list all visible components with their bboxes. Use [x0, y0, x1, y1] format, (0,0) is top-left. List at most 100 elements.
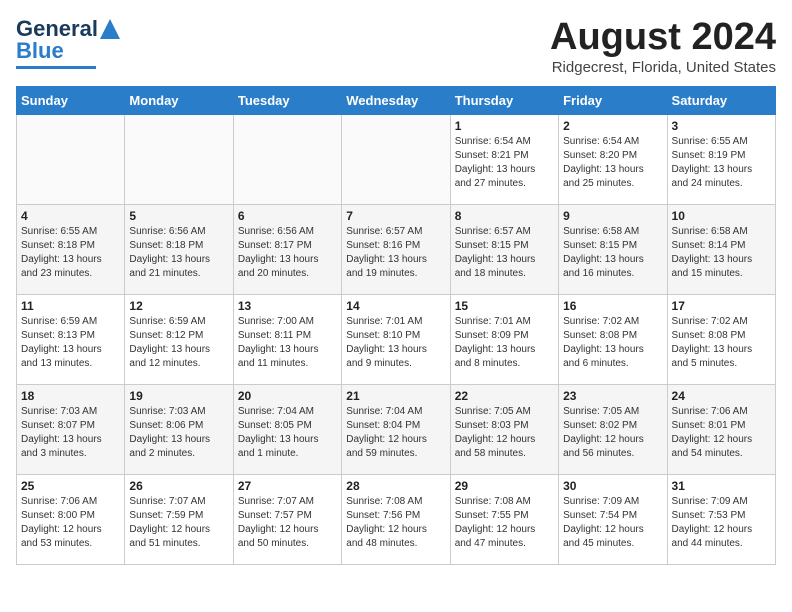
- day-info: Sunrise: 7:07 AM Sunset: 7:59 PM Dayligh…: [129, 495, 228, 551]
- day-number: 21: [346, 389, 445, 403]
- day-info: Sunrise: 7:09 AM Sunset: 7:54 PM Dayligh…: [563, 495, 662, 551]
- calendar-cell: 25Sunrise: 7:06 AM Sunset: 8:00 PM Dayli…: [17, 475, 125, 565]
- week-row-3: 11 Sunrise: 6:59 AM Sunset: 8:13 PM Dayli…: [17, 295, 776, 385]
- calendar-cell: 8 Sunrise: 6:57 AM Sunset: 8:15 PM Daylig…: [450, 205, 558, 295]
- day-number: 12: [129, 299, 228, 313]
- week-row-2: 4 Sunrise: 6:55 AM Sunset: 8:18 PM Daylig…: [17, 205, 776, 295]
- calendar-cell: 10Sunrise: 6:58 AM Sunset: 8:14 PM Dayli…: [667, 205, 775, 295]
- day-number: 27: [238, 479, 337, 493]
- calendar-cell: 11 Sunrise: 6:59 AM Sunset: 8:13 PM Dayli…: [17, 295, 125, 385]
- week-row-5: 25Sunrise: 7:06 AM Sunset: 8:00 PM Dayli…: [17, 475, 776, 565]
- day-info: Sunrise: 6:54 AM Sunset: 8:20 PM Dayligh…: [563, 135, 662, 191]
- weekday-row: SundayMondayTuesdayWednesdayThursdayFrid…: [17, 87, 776, 115]
- day-info: Sunrise: 7:03 AM Sunset: 8:07 PM Dayligh…: [21, 405, 120, 461]
- day-number: 11: [21, 299, 120, 313]
- weekday-header-saturday: Saturday: [667, 87, 775, 115]
- calendar-cell: 6Sunrise: 6:56 AM Sunset: 8:17 PM Daylig…: [233, 205, 341, 295]
- logo-arrow-icon: [100, 19, 120, 39]
- day-info: Sunrise: 6:59 AM Sunset: 8:13 PM Dayligh…: [21, 315, 120, 371]
- weekday-header-monday: Monday: [125, 87, 233, 115]
- day-number: 13: [238, 299, 337, 313]
- day-info: Sunrise: 7:08 AM Sunset: 7:55 PM Dayligh…: [455, 495, 554, 551]
- day-number: 4: [21, 209, 120, 223]
- day-number: 6: [238, 209, 337, 223]
- calendar-cell: 9Sunrise: 6:58 AM Sunset: 8:15 PM Daylig…: [559, 205, 667, 295]
- calendar-cell: 27Sunrise: 7:07 AM Sunset: 7:57 PM Dayli…: [233, 475, 341, 565]
- day-info: Sunrise: 6:57 AM Sunset: 8:16 PM Dayligh…: [346, 225, 445, 281]
- header: General Blue August 2024 Ridgecrest, Flo…: [16, 16, 776, 76]
- calendar-cell: 4 Sunrise: 6:55 AM Sunset: 8:18 PM Daylig…: [17, 205, 125, 295]
- calendar-cell: [17, 115, 125, 205]
- day-number: 7: [346, 209, 445, 223]
- calendar-cell: 29 Sunrise: 7:08 AM Sunset: 7:55 PM Dayli…: [450, 475, 558, 565]
- day-number: 17: [672, 299, 771, 313]
- day-number: 8: [455, 209, 554, 223]
- day-info: Sunrise: 7:01 AM Sunset: 8:10 PM Dayligh…: [346, 315, 445, 371]
- day-info: Sunrise: 7:06 AM Sunset: 8:01 PM Dayligh…: [672, 405, 771, 461]
- weekday-header-sunday: Sunday: [17, 87, 125, 115]
- day-info: Sunrise: 6:55 AM Sunset: 8:18 PM Dayligh…: [21, 225, 120, 281]
- calendar-cell: 1Sunrise: 6:54 AM Sunset: 8:21 PM Daylig…: [450, 115, 558, 205]
- calendar-body: 1Sunrise: 6:54 AM Sunset: 8:21 PM Daylig…: [17, 115, 776, 565]
- calendar-table: SundayMondayTuesdayWednesdayThursdayFrid…: [16, 86, 776, 565]
- day-number: 16: [563, 299, 662, 313]
- day-number: 5: [129, 209, 228, 223]
- day-info: Sunrise: 7:03 AM Sunset: 8:06 PM Dayligh…: [129, 405, 228, 461]
- week-row-4: 18Sunrise: 7:03 AM Sunset: 8:07 PM Dayli…: [17, 385, 776, 475]
- day-info: Sunrise: 6:57 AM Sunset: 8:15 PM Dayligh…: [455, 225, 554, 281]
- calendar-cell: 13 Sunrise: 7:00 AM Sunset: 8:11 PM Dayli…: [233, 295, 341, 385]
- weekday-header-thursday: Thursday: [450, 87, 558, 115]
- week-row-1: 1Sunrise: 6:54 AM Sunset: 8:21 PM Daylig…: [17, 115, 776, 205]
- calendar-title: August 2024: [550, 16, 776, 59]
- day-info: Sunrise: 7:09 AM Sunset: 7:53 PM Dayligh…: [672, 495, 771, 551]
- day-info: Sunrise: 7:02 AM Sunset: 8:08 PM Dayligh…: [672, 315, 771, 371]
- calendar-cell: 17 Sunrise: 7:02 AM Sunset: 8:08 PM Dayli…: [667, 295, 775, 385]
- day-info: Sunrise: 6:58 AM Sunset: 8:15 PM Dayligh…: [563, 225, 662, 281]
- day-number: 2: [563, 119, 662, 133]
- day-number: 26: [129, 479, 228, 493]
- weekday-header-friday: Friday: [559, 87, 667, 115]
- day-number: 25: [21, 479, 120, 493]
- logo: General Blue: [16, 16, 120, 69]
- calendar-cell: 31Sunrise: 7:09 AM Sunset: 7:53 PM Dayli…: [667, 475, 775, 565]
- calendar-cell: 24 Sunrise: 7:06 AM Sunset: 8:01 PM Dayli…: [667, 385, 775, 475]
- calendar-cell: 16Sunrise: 7:02 AM Sunset: 8:08 PM Dayli…: [559, 295, 667, 385]
- day-number: 10: [672, 209, 771, 223]
- weekday-header-wednesday: Wednesday: [342, 87, 450, 115]
- calendar-cell: 20Sunrise: 7:04 AM Sunset: 8:05 PM Dayli…: [233, 385, 341, 475]
- day-number: 19: [129, 389, 228, 403]
- calendar-cell: 28 Sunrise: 7:08 AM Sunset: 7:56 PM Dayli…: [342, 475, 450, 565]
- calendar-cell: 2 Sunrise: 6:54 AM Sunset: 8:20 PM Daylig…: [559, 115, 667, 205]
- logo-blue: Blue: [16, 38, 64, 64]
- day-info: Sunrise: 6:54 AM Sunset: 8:21 PM Dayligh…: [455, 135, 554, 191]
- calendar-subtitle: Ridgecrest, Florida, United States: [550, 59, 776, 76]
- day-info: Sunrise: 6:56 AM Sunset: 8:18 PM Dayligh…: [129, 225, 228, 281]
- calendar-cell: 7 Sunrise: 6:57 AM Sunset: 8:16 PM Daylig…: [342, 205, 450, 295]
- calendar-cell: 26 Sunrise: 7:07 AM Sunset: 7:59 PM Dayli…: [125, 475, 233, 565]
- day-number: 23: [563, 389, 662, 403]
- calendar-cell: 15 Sunrise: 7:01 AM Sunset: 8:09 PM Dayli…: [450, 295, 558, 385]
- day-number: 30: [563, 479, 662, 493]
- day-number: 29: [455, 479, 554, 493]
- day-info: Sunrise: 7:04 AM Sunset: 8:05 PM Dayligh…: [238, 405, 337, 461]
- day-info: Sunrise: 6:59 AM Sunset: 8:12 PM Dayligh…: [129, 315, 228, 371]
- day-info: Sunrise: 7:01 AM Sunset: 8:09 PM Dayligh…: [455, 315, 554, 371]
- day-number: 28: [346, 479, 445, 493]
- calendar-cell: 18Sunrise: 7:03 AM Sunset: 8:07 PM Dayli…: [17, 385, 125, 475]
- calendar-cell: 21Sunrise: 7:04 AM Sunset: 8:04 PM Dayli…: [342, 385, 450, 475]
- day-number: 22: [455, 389, 554, 403]
- calendar-cell: [233, 115, 341, 205]
- calendar-cell: [342, 115, 450, 205]
- day-info: Sunrise: 7:00 AM Sunset: 8:11 PM Dayligh…: [238, 315, 337, 371]
- day-info: Sunrise: 7:08 AM Sunset: 7:56 PM Dayligh…: [346, 495, 445, 551]
- calendar-header: SundayMondayTuesdayWednesdayThursdayFrid…: [17, 87, 776, 115]
- calendar-cell: 3Sunrise: 6:55 AM Sunset: 8:19 PM Daylig…: [667, 115, 775, 205]
- day-number: 15: [455, 299, 554, 313]
- calendar-cell: 23Sunrise: 7:05 AM Sunset: 8:02 PM Dayli…: [559, 385, 667, 475]
- day-number: 3: [672, 119, 771, 133]
- day-number: 14: [346, 299, 445, 313]
- title-block: August 2024 Ridgecrest, Florida, United …: [550, 16, 776, 76]
- day-number: 24: [672, 389, 771, 403]
- calendar-cell: [125, 115, 233, 205]
- calendar-cell: 14 Sunrise: 7:01 AM Sunset: 8:10 PM Dayli…: [342, 295, 450, 385]
